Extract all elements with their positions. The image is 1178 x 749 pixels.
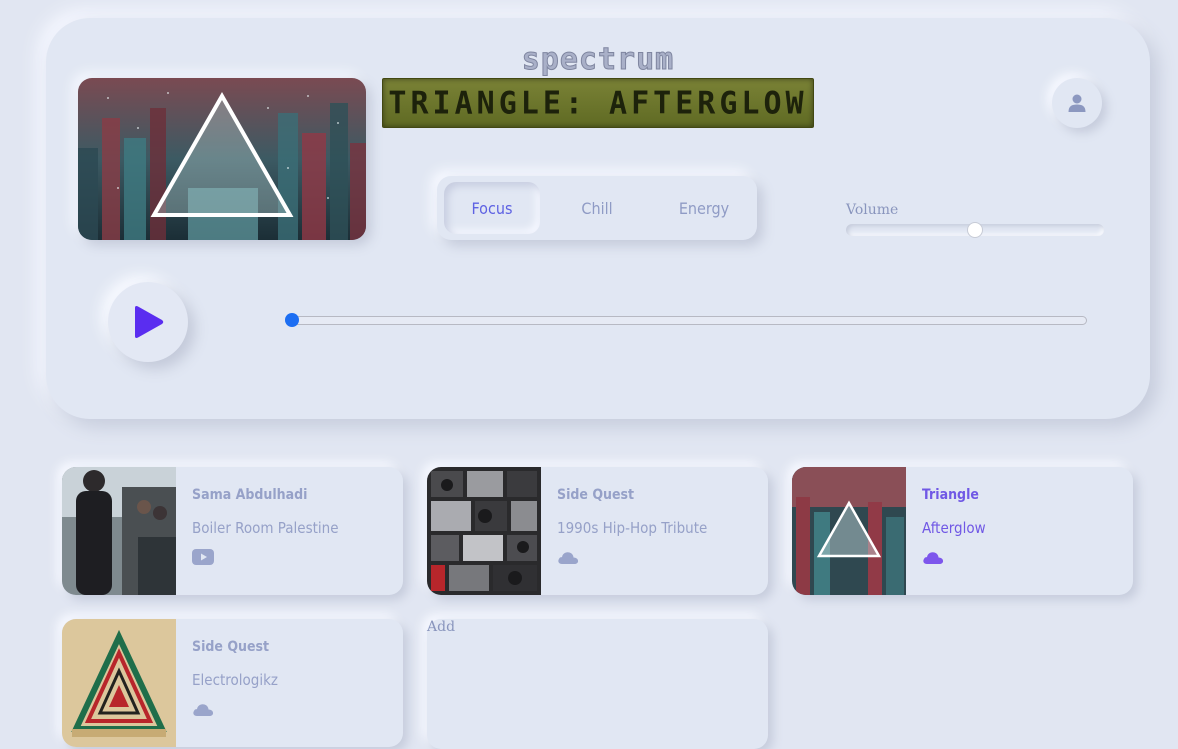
cloud-icon xyxy=(923,552,944,564)
album-art xyxy=(78,78,366,240)
play-icon xyxy=(135,306,164,338)
cloud-icon xyxy=(558,552,579,564)
youtube-icon xyxy=(192,549,214,565)
cloud-icon xyxy=(193,704,214,716)
logo-text: spectrum xyxy=(522,44,675,76)
track-thumbnail xyxy=(62,467,176,595)
track-thumbnail xyxy=(62,619,176,747)
track-artist: Sama Abdulhadi xyxy=(192,487,308,503)
progress-bar[interactable] xyxy=(285,313,1087,327)
volume-slider[interactable] xyxy=(846,222,1104,238)
track-card[interactable]: Side Quest Electrologikz xyxy=(62,619,403,747)
mode-energy[interactable]: Energy xyxy=(656,182,752,234)
track-card[interactable]: Sama Abdulhadi Boiler Room Palestine xyxy=(62,467,403,595)
track-title: 1990s Hip-Hop Tribute xyxy=(557,519,708,537)
track-title: Afterglow xyxy=(922,519,986,537)
volume-label: Volume xyxy=(846,202,899,218)
track-artist: Side Quest xyxy=(192,639,270,655)
track-card[interactable]: Side Quest 1990s Hip-Hop Tribute xyxy=(427,467,768,595)
add-track-card[interactable]: Add xyxy=(427,619,768,749)
mode-selector: Focus Chill Energy xyxy=(437,176,757,240)
track-artist: Side Quest xyxy=(557,487,635,503)
track-title: Boiler Room Palestine xyxy=(192,519,339,537)
track-thumbnail xyxy=(792,467,906,595)
track-thumbnail xyxy=(427,467,541,595)
progress-knob[interactable] xyxy=(285,313,299,327)
now-playing-text: TRIANGLE: AFTERGLOW xyxy=(388,84,808,122)
mode-chill[interactable]: Chill xyxy=(549,182,645,234)
mode-focus[interactable]: Focus xyxy=(444,182,540,234)
user-icon xyxy=(1068,94,1086,112)
add-label: Add xyxy=(427,619,456,635)
play-button[interactable] xyxy=(108,282,188,362)
track-artist: Triangle xyxy=(922,487,979,503)
now-playing-display: TRIANGLE: AFTERGLOW xyxy=(382,78,814,128)
spectrum-logo: spectrum xyxy=(521,44,675,76)
track-card[interactable]: Triangle Afterglow xyxy=(792,467,1133,595)
volume-slider-knob[interactable] xyxy=(967,222,983,238)
track-title: Electrologikz xyxy=(192,671,278,689)
user-button[interactable] xyxy=(1052,78,1102,128)
